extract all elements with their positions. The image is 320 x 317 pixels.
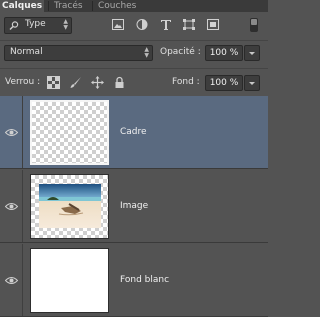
layer-name[interactable]: Cadre — [120, 127, 147, 137]
eye-icon[interactable] — [5, 128, 18, 137]
tab-calques[interactable]: Calques — [0, 0, 45, 12]
lock-row: Verrou : Fond : 100 % — [0, 68, 268, 95]
filter-type-select[interactable]: Type ▲ ▼ — [4, 17, 72, 34]
fill-input[interactable]: 100 % — [205, 75, 243, 91]
layers-list: Cadre Image Fond blanc — [0, 96, 268, 317]
panel-tab-bar: Calques Tracés Couches — [0, 0, 268, 12]
visibility-column — [0, 170, 23, 242]
search-icon — [9, 21, 19, 30]
eye-icon[interactable] — [5, 276, 18, 285]
layer-thumbnail-image — [30, 174, 109, 239]
opacity-dropdown-button[interactable] — [244, 45, 260, 61]
filter-type-label: Type — [25, 19, 46, 29]
filter-row: Type ▲ ▼ — [0, 14, 268, 36]
filter-toggle-switch[interactable] — [250, 18, 258, 32]
blend-mode-value: Normal — [10, 47, 43, 57]
lock-transparent-pixels-icon[interactable] — [47, 76, 60, 89]
layer-thumbnail-fond-blanc — [30, 248, 109, 313]
layer-name[interactable]: Image — [120, 201, 148, 211]
layer-row-image[interactable]: Image — [0, 170, 268, 243]
shape-filter-icon[interactable] — [183, 19, 195, 30]
fill-label: Fond : — [172, 77, 200, 87]
tab-couches[interactable]: Couches — [98, 0, 136, 12]
updown-arrows-icon: ▲ ▼ — [144, 46, 149, 59]
tab-divider — [48, 1, 49, 11]
blend-row: Normal ▲ ▼ Opacité : 100 % — [0, 40, 268, 65]
visibility-column — [0, 96, 23, 168]
image-filter-icon[interactable] — [112, 19, 124, 30]
blend-mode-select[interactable]: Normal ▲ ▼ — [4, 45, 153, 61]
layer-row-fond-blanc[interactable]: Fond blanc — [0, 244, 268, 317]
eye-icon[interactable] — [5, 202, 18, 211]
opacity-input[interactable]: 100 % — [205, 45, 243, 61]
layer-row-cadre[interactable]: Cadre — [0, 96, 268, 169]
lock-all-icon[interactable] — [113, 76, 126, 89]
tab-traces[interactable]: Tracés — [54, 0, 83, 12]
updown-arrows-icon: ▲ ▼ — [63, 18, 68, 31]
lock-image-pixels-icon[interactable] — [69, 76, 82, 89]
lock-position-icon[interactable] — [91, 76, 104, 89]
lock-label: Verrou : — [5, 77, 41, 87]
fill-dropdown-button[interactable] — [244, 75, 260, 91]
smart-object-filter-icon[interactable] — [207, 19, 219, 30]
text-filter-icon[interactable] — [160, 19, 172, 30]
visibility-column — [0, 244, 23, 316]
layer-name[interactable]: Fond blanc — [120, 275, 169, 285]
beach-photo-thumbnail — [39, 184, 101, 228]
tab-divider — [92, 1, 93, 11]
adjustment-filter-icon[interactable] — [136, 19, 148, 30]
opacity-label: Opacité : — [160, 47, 201, 57]
layer-thumbnail-cadre — [30, 100, 109, 165]
